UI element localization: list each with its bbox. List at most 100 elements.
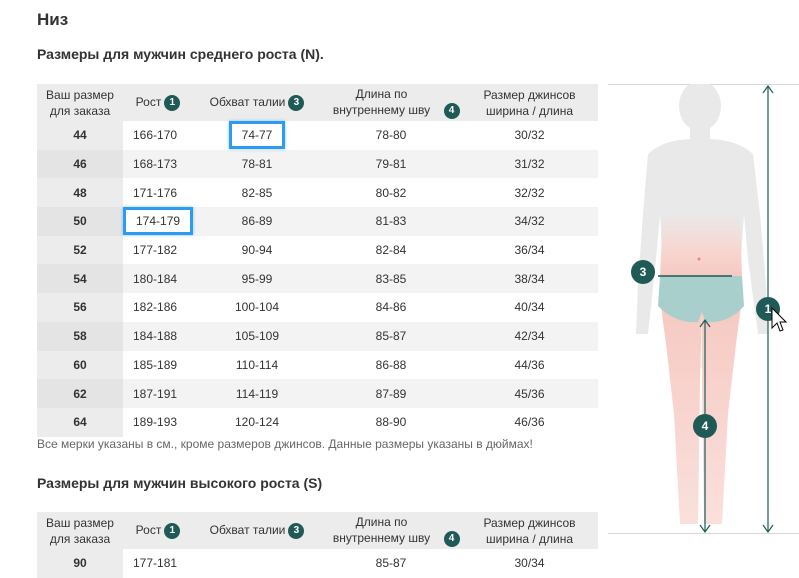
cell-inseam-value: 83-85: [375, 271, 407, 286]
cell-waist-value: 82-85: [241, 185, 273, 200]
cell-inseam-value: 88-90: [375, 415, 407, 430]
cell-jeans-value: 32/32: [514, 185, 545, 200]
cell-jeans-value: 40/34: [514, 300, 545, 315]
cell-height: 177-182: [123, 235, 193, 265]
cell-height-value: 177-182: [133, 243, 178, 258]
cell-order-size-value: 48: [73, 185, 87, 200]
cell-waist: 82-85: [193, 178, 321, 208]
cell-jeans: 40/34: [461, 293, 598, 322]
cell-waist-value: 110-114: [235, 357, 279, 372]
cell-order-size: 48: [37, 178, 123, 208]
cell-jeans: 45/36: [461, 379, 598, 408]
cell-height: 166-170: [123, 121, 193, 150]
cell-order-size: 46: [37, 149, 123, 179]
cell-order-size-value: 62: [73, 386, 87, 401]
cell-waist-value: 95-99: [241, 271, 273, 286]
table-regular-title: Размеры для мужчин среднего роста (N).: [37, 46, 324, 62]
badge-4-icon: 4: [443, 102, 460, 119]
cell-waist: 90-94: [193, 235, 321, 265]
cell-jeans-value: 38/34: [514, 271, 545, 286]
badge-waist-label: 3: [640, 265, 647, 279]
cell-jeans-value: 44/36: [514, 357, 545, 372]
cell-order-size-value: 52: [73, 243, 87, 258]
cell-jeans: 30/32: [461, 121, 598, 150]
cell-inseam: 86-88: [321, 350, 461, 380]
cell-waist: 86-89: [193, 207, 321, 236]
cell-inseam-value: 85-87: [375, 329, 407, 344]
cell-order-size-value: 54: [73, 271, 87, 286]
badge-3-icon: 3: [288, 94, 305, 111]
cell-waist-value: 114-119: [235, 386, 279, 401]
cell-order-size-value: 58: [73, 329, 87, 344]
cell-inseam: 79-81: [321, 149, 461, 179]
cell-height: 187-191: [123, 379, 193, 408]
cell-order-size-value: 44: [73, 128, 87, 143]
header-order-size: Ваш размер для заказа: [37, 84, 123, 121]
badge-inseam-label: 4: [702, 419, 709, 433]
cell-height: 184-188: [123, 321, 193, 351]
table-row: 62 187-191 114-119 87-89 45/36: [37, 379, 598, 408]
body-measurement-figure: 3 1 4: [608, 81, 799, 535]
cell-order-size-value: 90: [73, 556, 87, 571]
cell-jeans-value: 30/34: [514, 556, 545, 571]
cell-height-value: 166-170: [133, 128, 178, 143]
cell-height: 168-173: [123, 149, 193, 179]
table-row: 44 166-170 74-77 78-80 30/32: [37, 121, 598, 150]
cell-waist: 74-77: [193, 121, 321, 150]
cell-inseam: 81-83: [321, 207, 461, 236]
cell-height: 177-181: [123, 549, 193, 578]
cell-order-size: 54: [37, 264, 123, 294]
cell-inseam: 83-85: [321, 264, 461, 294]
cell-inseam-value: 81-83: [375, 214, 407, 229]
table-header-row: Ваш размер для заказа Рост 1 Обхват талии…: [37, 84, 598, 121]
cell-waist: [193, 549, 321, 578]
table-row: 58 184-188 105-109 85-87 42/34: [37, 321, 598, 351]
table-row: 60 185-189 110-114 86-88 44/36: [37, 350, 598, 380]
cell-height: 182-186: [123, 293, 193, 322]
note-text: Все мерки указаны в см., кроме размеров …: [37, 437, 533, 451]
size-table-regular: Ваш размер для заказа Рост 1 Обхват талии…: [37, 84, 598, 437]
cell-waist-value: 100-104: [234, 300, 280, 315]
cell-inseam-value: 85-87: [375, 556, 407, 571]
cell-waist: 95-99: [193, 264, 321, 294]
cell-inseam-value: 80-82: [375, 185, 407, 200]
header-waist: Обхват талии 3: [193, 512, 321, 549]
cell-inseam-value: 84-86: [375, 300, 407, 315]
size-table-tall: Ваш размер для заказа Рост 1 Обхват талии…: [37, 512, 598, 578]
cell-jeans: 44/36: [461, 350, 598, 380]
table-row: 48 171-176 82-85 80-82 32/32: [37, 178, 598, 208]
cell-height-value: 177-181: [133, 556, 178, 571]
cell-inseam-value: 79-81: [375, 157, 407, 172]
cell-jeans-value: 34/32: [514, 214, 545, 229]
table-row: 52 177-182 90-94 82-84 36/34: [37, 235, 598, 265]
cell-height-value: 185-189: [133, 357, 178, 372]
cell-inseam: 87-89: [321, 379, 461, 408]
cell-order-size: 44: [37, 121, 123, 150]
cell-height-value: 189-193: [133, 415, 178, 430]
cell-inseam-value: 87-89: [375, 386, 407, 401]
table-row: 64 189-193 120-124 88-90 46/36: [37, 407, 598, 437]
cell-height-value: 187-191: [133, 386, 178, 401]
cell-inseam: 84-86: [321, 293, 461, 322]
body-figure-illustration: 3 1 4: [608, 81, 799, 534]
badge-1-icon: 1: [164, 94, 181, 111]
table-row: 90 177-181 85-87 30/34: [37, 549, 598, 578]
cell-inseam: 78-80: [321, 121, 461, 150]
cell-inseam-value: 82-84: [375, 243, 407, 258]
cell-inseam-value: 78-80: [375, 128, 407, 143]
header-jeans: Размер джинсов ширина / длина: [461, 84, 598, 121]
cell-jeans: 46/36: [461, 407, 598, 437]
table-header-row: Ваш размер для заказа Рост 1 Обхват талии…: [37, 512, 598, 549]
cell-waist: 114-119: [193, 379, 321, 408]
cell-jeans: 42/34: [461, 321, 598, 351]
header-inseam: Длина по внутреннему шву 4: [321, 84, 461, 121]
cell-height: 174-179: [123, 207, 194, 236]
table-row: 56 182-186 100-104 84-86 40/34: [37, 293, 598, 322]
cell-height-value: 180-184: [133, 271, 178, 286]
table-tall-title: Размеры для мужчин высокого роста (S): [37, 475, 323, 491]
cell-waist: 120-124: [193, 407, 321, 437]
section-title: Низ: [37, 10, 69, 29]
cell-order-size: 90: [37, 549, 123, 578]
cell-height: 180-184: [123, 264, 193, 294]
cell-jeans-value: 45/36: [514, 386, 545, 401]
